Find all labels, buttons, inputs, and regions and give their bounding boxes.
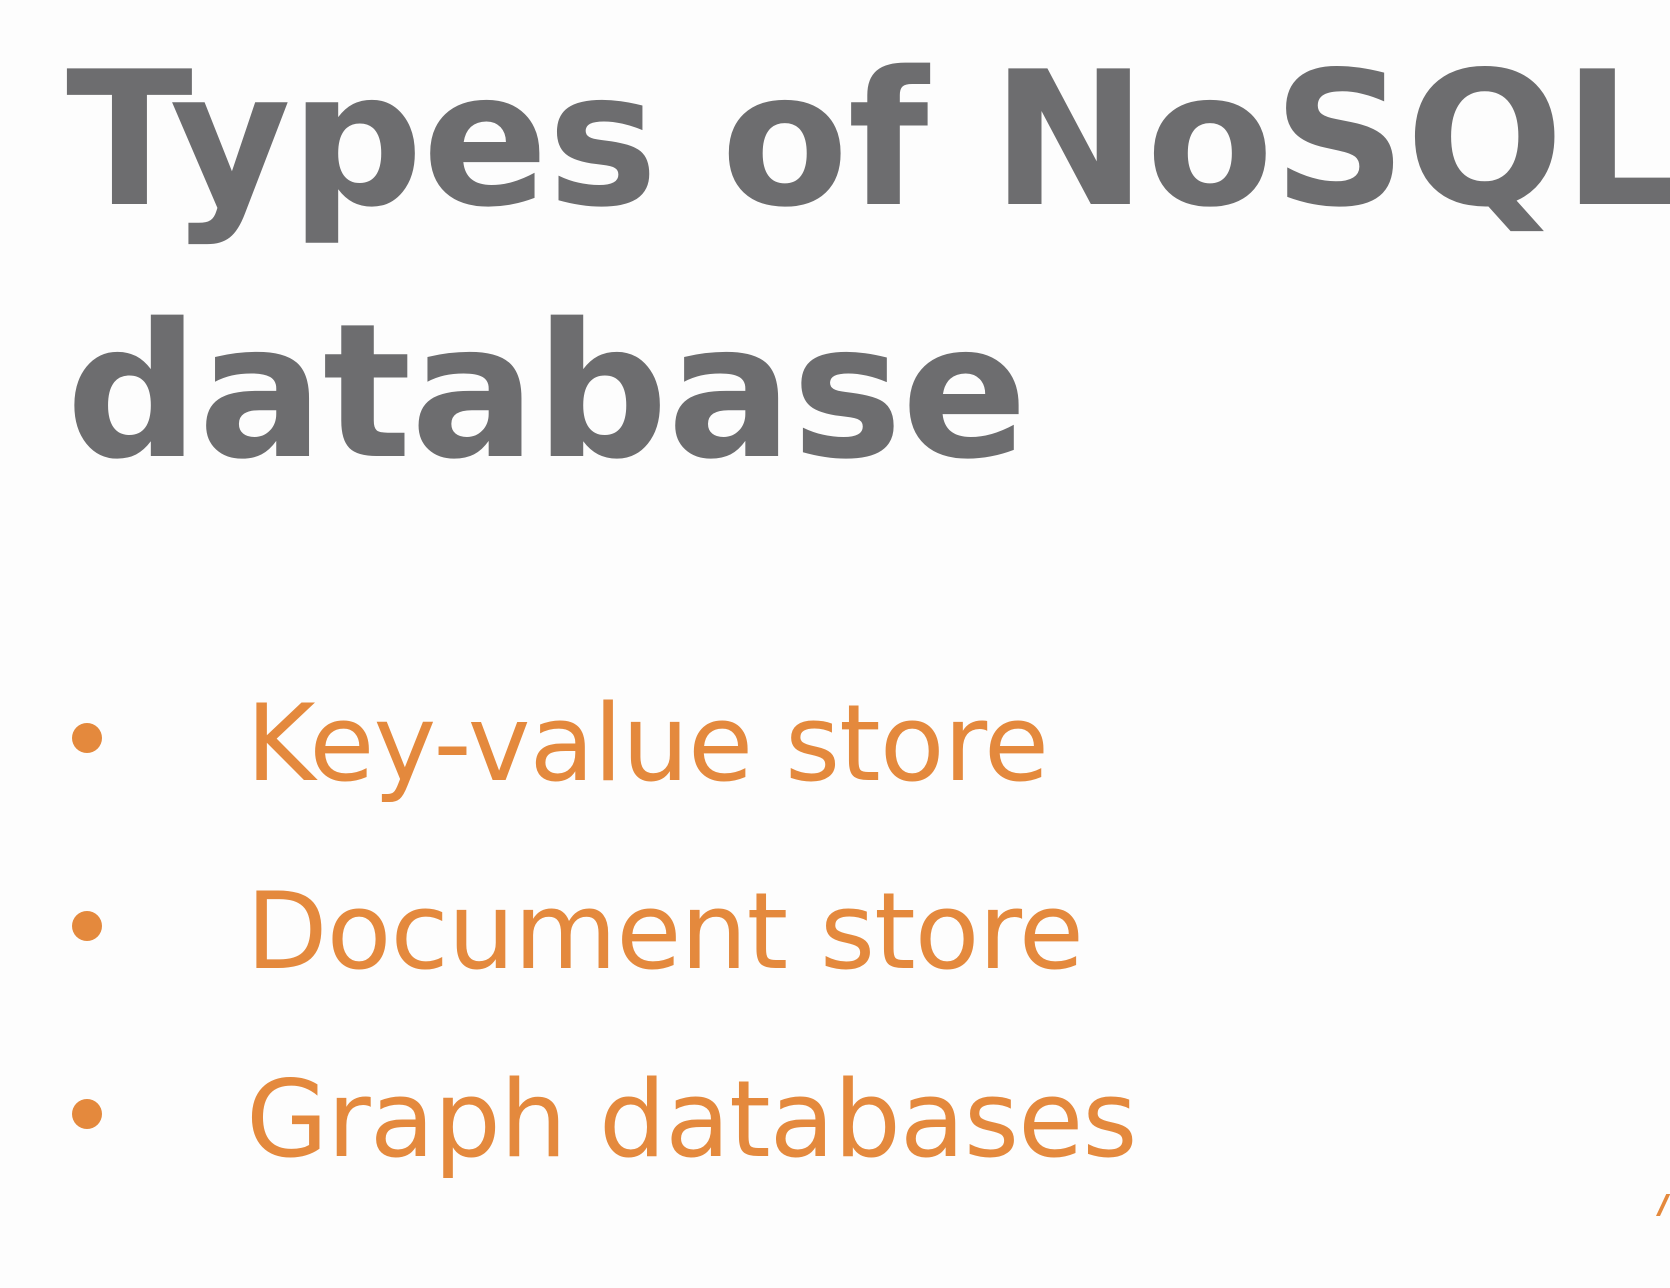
- bullet-label: Key-value store: [246, 682, 1049, 805]
- bullet-item-key-value-store: Key-value store: [62, 650, 1137, 838]
- slide-title: Types of NoSQL database: [66, 14, 1670, 518]
- bullet-icon: [72, 723, 102, 753]
- bullet-label: Graph databases: [246, 1058, 1138, 1181]
- slide-title-line-2: database: [66, 283, 1028, 500]
- bullet-label: Document store: [246, 870, 1084, 993]
- bullet-list: Key-value store Document store Graph dat…: [62, 650, 1138, 1214]
- slide: Types of NoSQL database Key-value store …: [0, 0, 1670, 1288]
- bullet-item-graph-databases: Graph databases: [62, 1026, 1138, 1214]
- slide-title-line-1: Types of NoSQL: [66, 31, 1670, 248]
- bullet-icon: [72, 911, 102, 941]
- bullet-icon: [72, 1099, 102, 1129]
- bullet-item-document-store: Document store: [62, 838, 1137, 1026]
- slide-corner-mark: [1656, 1194, 1670, 1216]
